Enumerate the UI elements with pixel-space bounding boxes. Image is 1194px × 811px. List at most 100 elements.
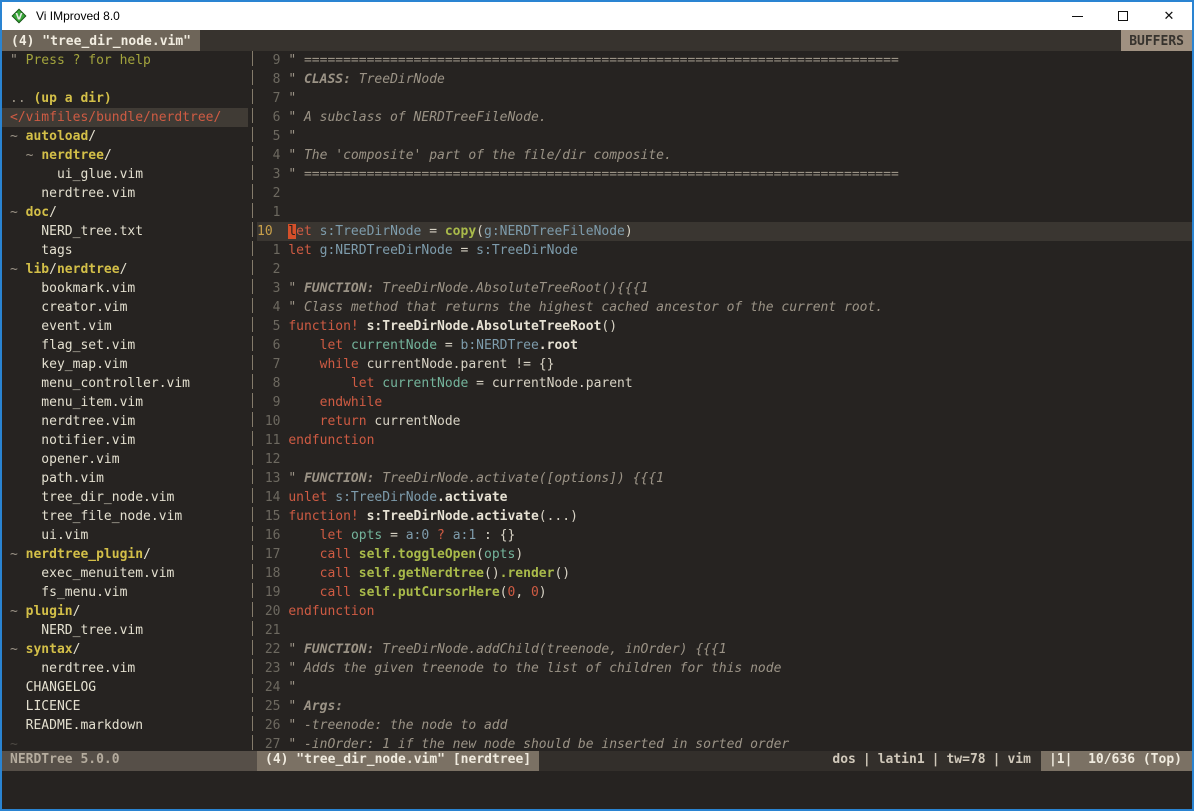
code-line[interactable]: 13 " FUNCTION: TreeDirNode.activate([opt…: [257, 469, 1192, 488]
tree-item[interactable]: ui.vim: [2, 526, 248, 545]
tree-root-item[interactable]: </vimfiles/bundle/nerdtree/: [2, 108, 248, 127]
tree-item[interactable]: path.vim: [2, 469, 248, 488]
tree-item[interactable]: ui_glue.vim: [2, 165, 248, 184]
code-line[interactable]: 26 " -treenode: the node to add: [257, 716, 1192, 735]
code-line[interactable]: 10 return currentNode: [257, 412, 1192, 431]
token-txt: (): [554, 566, 570, 581]
token-file: README.markdown: [10, 718, 143, 733]
code-line[interactable]: 5 ": [257, 127, 1192, 146]
tree-item[interactable]: ~: [2, 735, 248, 751]
token-file: opener.vim: [10, 452, 120, 467]
code-line[interactable]: 2: [257, 184, 1192, 203]
code-line[interactable]: 16 let opts = a:0 ? a:1 : {}: [257, 526, 1192, 545]
tree-item[interactable]: tags: [2, 241, 248, 260]
code-line-current[interactable]: 10 let s:TreeDirNode = copy(g:NERDTreeFi…: [257, 222, 1192, 241]
code-line[interactable]: 7 ": [257, 89, 1192, 108]
line-number: 2: [257, 260, 288, 279]
code-line[interactable]: 22 " FUNCTION: TreeDirNode.addChild(tree…: [257, 640, 1192, 659]
code-line[interactable]: 17 call self.toggleOpen(opts): [257, 545, 1192, 564]
tree-item[interactable]: notifier.vim: [2, 431, 248, 450]
tree-item[interactable]: ~ nerdtree/: [2, 146, 248, 165]
tree-item[interactable]: tree_dir_node.vim: [2, 488, 248, 507]
buffers-label[interactable]: BUFFERS: [1121, 30, 1192, 51]
tree-item[interactable]: ~ lib/nerdtree/: [2, 260, 248, 279]
code-line[interactable]: 25 " Args:: [257, 697, 1192, 716]
token-txt: (...): [539, 509, 578, 524]
tree-item[interactable]: menu_controller.vim: [2, 374, 248, 393]
token-file: menu_item.vim: [10, 395, 143, 410]
code-line[interactable]: 19 call self.putCursorHere(0, 0): [257, 583, 1192, 602]
code-line[interactable]: 27 " -inOrder: 1 if the new node should …: [257, 735, 1192, 751]
code-line[interactable]: 14 unlet s:TreeDirNode.activate: [257, 488, 1192, 507]
code-line[interactable]: 21: [257, 621, 1192, 640]
code-line[interactable]: 6 " A subclass of NERDTreeFileNode.: [257, 108, 1192, 127]
close-button[interactable]: ✕: [1146, 2, 1192, 30]
code-line[interactable]: 8 " CLASS: TreeDirNode: [257, 70, 1192, 89]
code-line[interactable]: 3 " FUNCTION: TreeDirNode.AbsoluteTreeRo…: [257, 279, 1192, 298]
token-txt: [359, 319, 367, 334]
tree-item[interactable]: [2, 70, 248, 89]
split-separator[interactable]: [248, 51, 257, 751]
code-line[interactable]: 5 function! s:TreeDirNode.AbsoluteTreeRo…: [257, 317, 1192, 336]
tree-item[interactable]: ~ nerdtree_plugin/: [2, 545, 248, 564]
tree-item[interactable]: LICENCE: [2, 697, 248, 716]
code-line[interactable]: 1: [257, 203, 1192, 222]
code-line[interactable]: 23 " Adds the given treenode to the list…: [257, 659, 1192, 678]
code-line[interactable]: 4 " Class method that returns the highes…: [257, 298, 1192, 317]
code-line[interactable]: 15 function! s:TreeDirNode.activate(...): [257, 507, 1192, 526]
tree-item[interactable]: exec_menuitem.vim: [2, 564, 248, 583]
tree-item[interactable]: bookmark.vim: [2, 279, 248, 298]
tree-item[interactable]: nerdtree.vim: [2, 659, 248, 678]
token-txt: ): [539, 585, 547, 600]
code-line[interactable]: 11 endfunction: [257, 431, 1192, 450]
tree-item[interactable]: CHANGELOG: [2, 678, 248, 697]
tree-item[interactable]: ~ autoload/: [2, 127, 248, 146]
tree-item[interactable]: nerdtree.vim: [2, 412, 248, 431]
tree-item[interactable]: flag_set.vim: [2, 336, 248, 355]
tree-item[interactable]: tree_file_node.vim: [2, 507, 248, 526]
tree-item[interactable]: event.vim: [2, 317, 248, 336]
token-fn: self.toggleOpen: [359, 547, 476, 562]
code-line[interactable]: 1 let g:NERDTreeDirNode = s:TreeDirNode: [257, 241, 1192, 260]
token-kw: let: [288, 243, 311, 258]
tree-item[interactable]: fs_menu.vim: [2, 583, 248, 602]
maximize-button[interactable]: [1100, 2, 1146, 30]
tree-item[interactable]: opener.vim: [2, 450, 248, 469]
command-line[interactable]: [2, 771, 1192, 809]
tree-item[interactable]: creator.vim: [2, 298, 248, 317]
code-line[interactable]: 12: [257, 450, 1192, 469]
minimize-button[interactable]: [1054, 2, 1100, 30]
code-line[interactable]: 2: [257, 260, 1192, 279]
code-line[interactable]: 20 endfunction: [257, 602, 1192, 621]
token-wb: .root: [539, 338, 578, 353]
token-txt: [351, 566, 359, 581]
tree-item[interactable]: " Press ? for help: [2, 51, 248, 70]
token-txt: (): [484, 566, 500, 581]
code-line[interactable]: 4 " The 'composite' part of the file/dir…: [257, 146, 1192, 165]
tree-item[interactable]: menu_item.vim: [2, 393, 248, 412]
code-line[interactable]: 7 while currentNode.parent != {}: [257, 355, 1192, 374]
tree-item[interactable]: NERD_tree.txt: [2, 222, 248, 241]
tab-tree-dir-node[interactable]: (4) "tree_dir_node.vim": [2, 30, 200, 51]
tree-item[interactable]: ~ doc/: [2, 203, 248, 222]
tree-item[interactable]: ~ syntax/: [2, 640, 248, 659]
token-cm: " A subclass of NERDTreeFileNode.: [288, 110, 546, 125]
tree-item[interactable]: NERD_tree.vim: [2, 621, 248, 640]
code-line[interactable]: 24 ": [257, 678, 1192, 697]
token-txt: [288, 414, 319, 429]
code-line[interactable]: 8 let currentNode = currentNode.parent: [257, 374, 1192, 393]
token-id: g:NERDTreeFileNode: [484, 224, 625, 239]
code-line[interactable]: 18 call self.getNerdtree().render(): [257, 564, 1192, 583]
tree-item[interactable]: README.markdown: [2, 716, 248, 735]
token-cm: " ======================================…: [288, 53, 898, 68]
code-line[interactable]: 6 let currentNode = b:NERDTree.root: [257, 336, 1192, 355]
tree-item[interactable]: nerdtree.vim: [2, 184, 248, 203]
token-txt: [288, 376, 351, 391]
tree-item[interactable]: key_map.vim: [2, 355, 248, 374]
code-line[interactable]: 3 " ====================================…: [257, 165, 1192, 184]
tree-item[interactable]: ~ plugin/: [2, 602, 248, 621]
code-line[interactable]: 9 " ====================================…: [257, 51, 1192, 70]
line-number: 17: [257, 545, 288, 564]
tree-item[interactable]: .. (up a dir): [2, 89, 248, 108]
code-line[interactable]: 9 endwhile: [257, 393, 1192, 412]
